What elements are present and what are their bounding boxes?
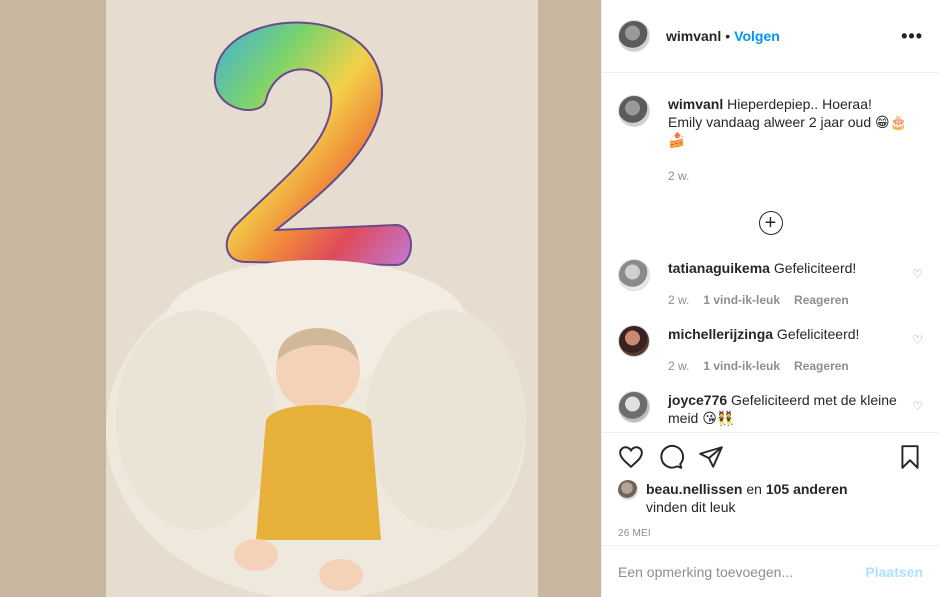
comment-likes[interactable]: 1 vind-ik-leuk <box>703 291 780 309</box>
comment-text: Gefeliciteerd! <box>769 260 857 276</box>
comment-like-heart-icon[interactable]: ♡ <box>912 333 923 347</box>
caption-time[interactable]: 2 w. <box>668 167 689 185</box>
comment-body: joyce776 Gefeliciteerd met de kleine mei… <box>668 391 908 427</box>
load-more-comments: + <box>618 211 923 235</box>
bookmark-icon[interactable] <box>897 444 923 470</box>
comment-username[interactable]: tatianaguikema <box>668 260 770 276</box>
caption-username[interactable]: wimvanl <box>668 96 723 112</box>
author-username[interactable]: wimvanl <box>666 28 721 44</box>
comment-input[interactable] <box>618 563 866 580</box>
likes-others[interactable]: 105 anderen <box>766 481 848 497</box>
comment-avatar[interactable] <box>618 391 650 423</box>
more-options-icon[interactable]: ••• <box>901 26 923 47</box>
caption: wimvanl Hieperdepiep.. Hoeraa! Emily van… <box>618 73 923 185</box>
media-area <box>0 0 601 597</box>
comment-like-heart-icon[interactable]: ♡ <box>912 267 923 281</box>
liker-username[interactable]: beau.nellissen <box>646 481 742 497</box>
comment-text: Gefeliciteerd! <box>773 326 860 342</box>
post-side-panel: wimvanl • Volgen ••• wimvanl Hieperdepie… <box>601 0 939 597</box>
caption-meta: 2 w. <box>668 167 908 185</box>
post-date[interactable]: 26 MEI <box>602 528 939 539</box>
comment-item: tatianaguikema Gefeliciteerd! 2 w. 1 vin… <box>618 259 923 309</box>
caption-body: wimvanl Hieperdepiep.. Hoeraa! Emily van… <box>668 95 908 185</box>
post-comment-button[interactable]: Plaatsen <box>865 564 923 580</box>
comment-item: michellerijzinga Gefeliciteerd! 2 w. 1 v… <box>618 325 923 375</box>
reply-button[interactable]: Reageren <box>794 357 849 375</box>
separator-dot: • <box>725 28 731 44</box>
author-avatar[interactable] <box>618 20 650 52</box>
follow-button[interactable]: Volgen <box>734 28 780 44</box>
comment-meta: 2 w. 1 vind-ik-leuk Reageren <box>668 357 908 375</box>
comment-likes[interactable]: 1 vind-ik-leuk <box>703 357 780 375</box>
comment-item: joyce776 Gefeliciteerd met de kleine mei… <box>618 391 923 427</box>
comment-meta: 2 w. 1 vind-ik-leuk Reageren <box>668 291 908 309</box>
add-comment-bar: Plaatsen <box>602 545 939 597</box>
comment-time[interactable]: 2 w. <box>668 357 689 375</box>
reply-button[interactable]: Reageren <box>794 291 849 309</box>
likes-suffix: vinden dit leuk <box>646 499 736 515</box>
comment-time[interactable]: 2 w. <box>668 291 689 309</box>
plus-circle-icon[interactable]: + <box>758 211 783 235</box>
comment-icon[interactable] <box>658 444 684 470</box>
comment-username[interactable]: joyce776 <box>668 392 727 408</box>
comment-like-heart-icon[interactable]: ♡ <box>912 399 923 413</box>
heart-icon[interactable] <box>618 444 644 470</box>
liker-avatar[interactable] <box>618 480 638 500</box>
likes-summary: beau.nellissen en 105 anderen vinden dit… <box>602 480 939 516</box>
comments-scroll-area[interactable]: wimvanl Hieperdepiep.. Hoeraa! Emily van… <box>602 73 939 432</box>
post-header: wimvanl • Volgen ••• <box>602 0 939 73</box>
post-photo[interactable] <box>106 0 538 597</box>
comment-avatar[interactable] <box>618 259 650 291</box>
caption-avatar[interactable] <box>618 95 650 127</box>
comment-body: tatianaguikema Gefeliciteerd! 2 w. 1 vin… <box>668 259 908 309</box>
photo-illustration <box>106 0 538 597</box>
comment-body: michellerijzinga Gefeliciteerd! 2 w. 1 v… <box>668 325 908 375</box>
share-icon[interactable] <box>698 444 724 470</box>
comment-username[interactable]: michellerijzinga <box>668 326 773 342</box>
likes-connector: en <box>742 481 766 497</box>
comment-avatar[interactable] <box>618 325 650 357</box>
action-bar <box>602 432 939 480</box>
likes-text: beau.nellissen en 105 anderen vinden dit… <box>646 480 848 516</box>
